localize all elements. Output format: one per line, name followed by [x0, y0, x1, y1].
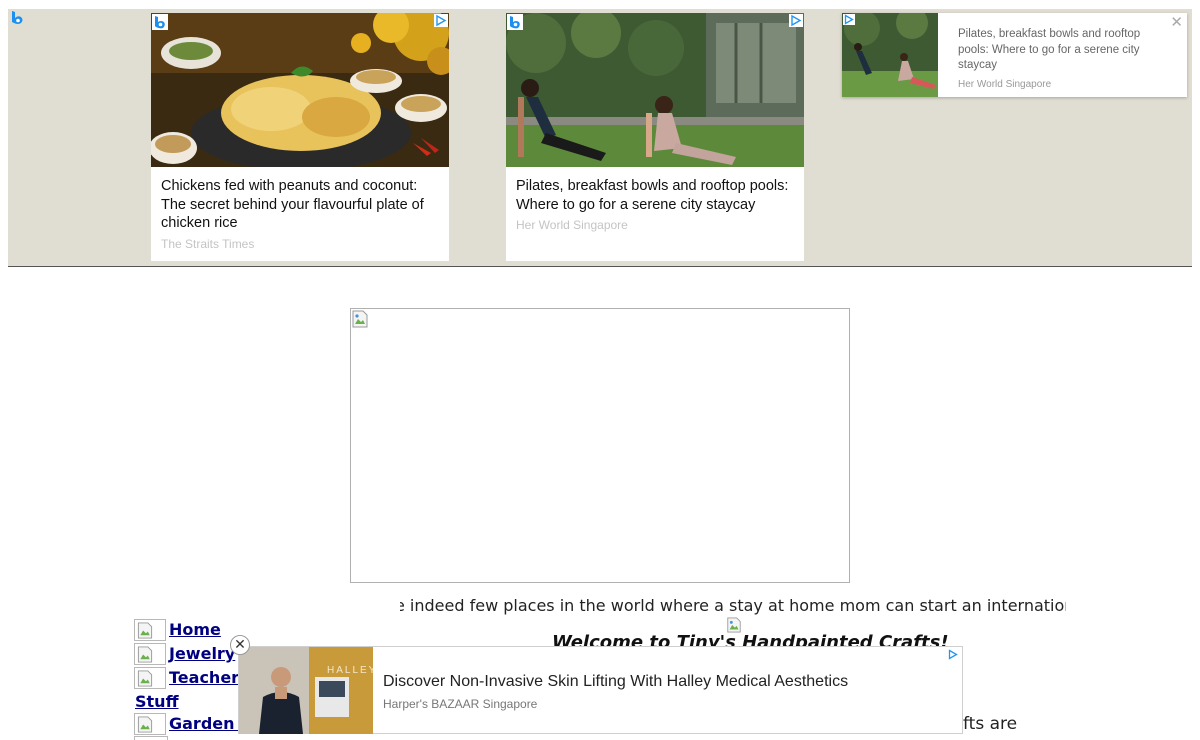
broken-image-icon	[137, 622, 153, 639]
sponsored-card-source: Her World Singapore	[516, 218, 628, 233]
sponsored-card-source: The Straits Times	[161, 236, 255, 251]
broken-image-icon	[137, 670, 153, 687]
broken-image-icon	[137, 646, 153, 663]
sponsored-card-title[interactable]: Chickens fed with peanuts and coconut: T…	[161, 177, 439, 233]
brand-b-logo-icon[interactable]	[11, 10, 24, 25]
nav-link-home[interactable]: Home	[169, 619, 221, 641]
sponsored-card-pilates[interactable]: Pilates, breakfast bowls and rooftop poo…	[506, 13, 804, 261]
close-ad-button[interactable]: ✕	[230, 635, 250, 655]
sponsored-mini-card-source: Her World Singapore	[958, 79, 1052, 90]
adchoices-icon[interactable]	[789, 14, 803, 27]
banner-image-placeholder	[350, 308, 850, 583]
chicken-rice-image[interactable]	[151, 13, 449, 167]
nav-bullet-image	[134, 713, 166, 735]
sponsored-mini-card-title[interactable]: Pilates, breakfast bowls and rooftop poo…	[958, 27, 1158, 74]
nav-link-teacher-continued[interactable]: Stuff	[135, 692, 179, 711]
nav-link-jewelry[interactable]: Jewelry	[169, 643, 235, 665]
adchoices-icon[interactable]	[947, 649, 959, 660]
body-text-fragment: fts are	[963, 714, 1018, 734]
scrolling-intro-text: e indeed few places in the world where a…	[400, 596, 1066, 618]
brand-b-logo-icon	[507, 14, 523, 30]
brand-b-logo-icon	[152, 14, 168, 30]
broken-image-icon	[137, 716, 153, 733]
nav-bullet-image	[134, 643, 166, 665]
bottom-ad-title[interactable]: Discover Non-Invasive Skin Lifting With …	[383, 673, 848, 691]
scrolling-intro-text-content: e indeed few places in the world where a…	[400, 596, 1066, 615]
close-icon[interactable]: ✕	[1170, 13, 1183, 31]
pilates-thumbnail-image[interactable]	[842, 13, 938, 97]
sponsored-mini-card[interactable]: Pilates, breakfast bowls and rooftop poo…	[842, 13, 1187, 97]
halley-brand-text: HALLEY	[327, 665, 373, 676]
adchoices-icon[interactable]	[434, 14, 448, 27]
broken-image-icon	[727, 617, 741, 633]
nav-bullet-image	[134, 736, 168, 740]
adchoices-icon[interactable]	[843, 14, 855, 25]
nav-link-teacher[interactable]: Teacher	[169, 667, 239, 689]
sponsored-content-strip: Chickens fed with peanuts and coconut: T…	[8, 9, 1192, 267]
nav-bullet-image	[134, 619, 166, 641]
bottom-ad-source: Harper's BAZAAR Singapore	[383, 697, 538, 711]
halley-ad-image[interactable]: HALLEY	[239, 647, 373, 734]
bottom-sponsored-ad[interactable]: HALLEY Discover Non-Invasive Skin Liftin…	[238, 646, 963, 734]
sponsored-card-chicken-rice[interactable]: Chickens fed with peanuts and coconut: T…	[151, 13, 449, 261]
sponsored-card-title[interactable]: Pilates, breakfast bowls and rooftop poo…	[516, 177, 794, 214]
pilates-image[interactable]	[506, 13, 804, 167]
broken-image-icon	[352, 310, 368, 328]
nav-bullet-image	[134, 667, 166, 689]
